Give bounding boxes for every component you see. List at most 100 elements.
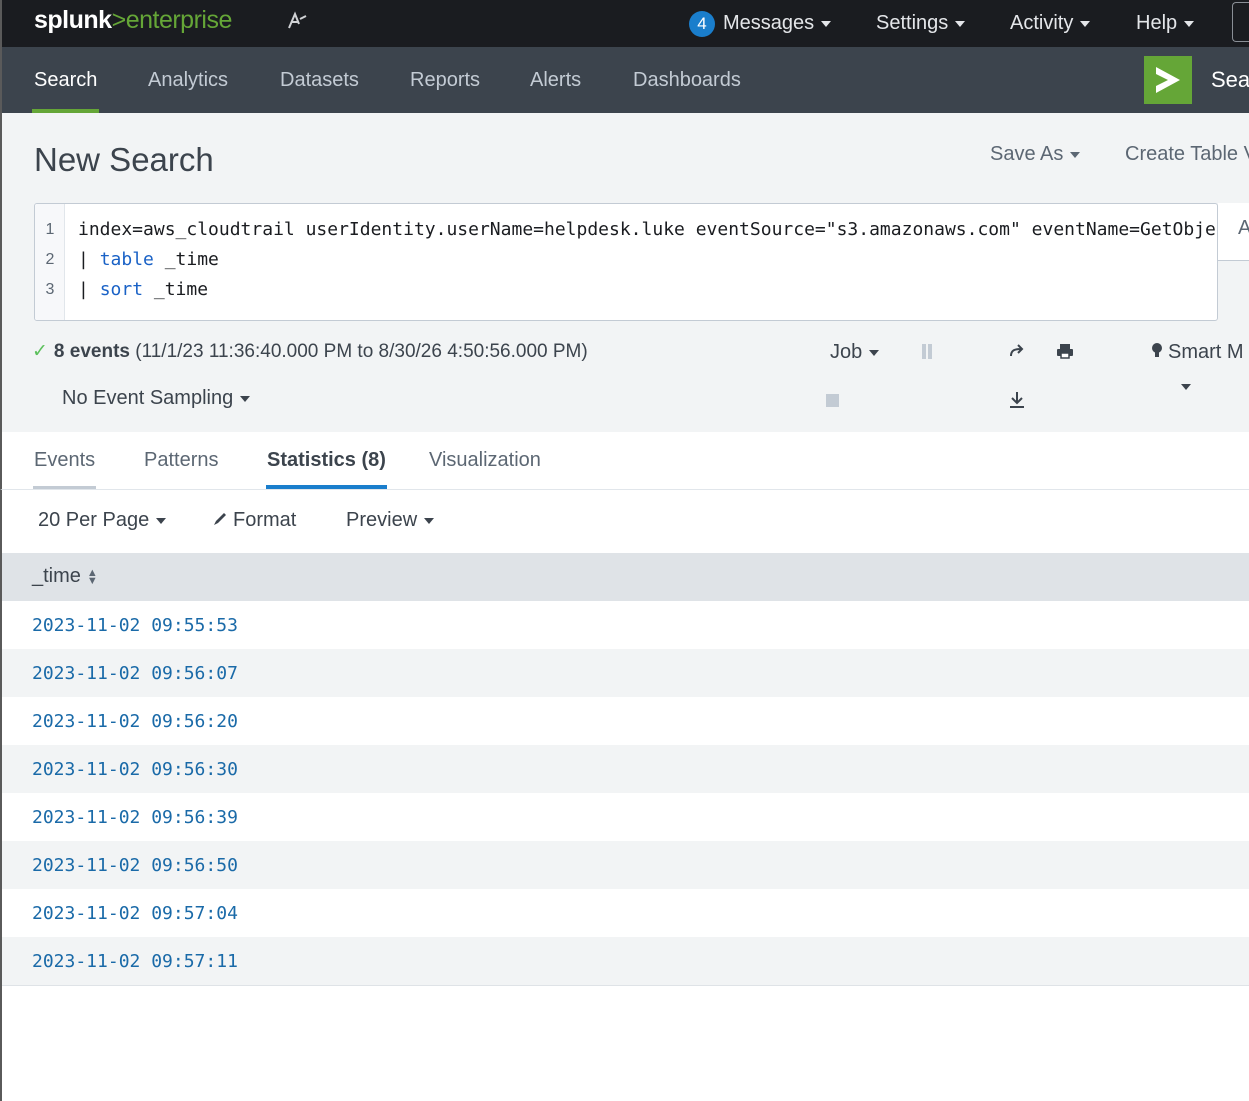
mode-label: Smart M: [1168, 341, 1244, 363]
column-header-time[interactable]: _time ▲ ▼: [32, 565, 98, 588]
help-label: Help: [1136, 12, 1178, 34]
search-mode-menu[interactable]: Smart M: [1150, 341, 1244, 364]
assistant-icon[interactable]: [286, 10, 310, 34]
app-nav-bar: Search Analytics Datasets Reports Alerts…: [0, 47, 1249, 113]
command-keyword: sort: [99, 279, 144, 300]
messages-menu[interactable]: 4 Messages: [689, 0, 832, 47]
table-row: 2023-11-02 09:56:50: [2, 841, 1249, 889]
table-row: 2023-11-02 09:56:30: [2, 745, 1249, 793]
preview-menu[interactable]: Preview: [346, 509, 435, 532]
per-page-label: 20 Per Page: [38, 509, 150, 531]
global-header: splunk>enterprise 4 Messages Settings Ac…: [0, 0, 1249, 47]
search-app-logo-icon: [1144, 56, 1192, 104]
time-cell[interactable]: 2023-11-02 09:56:50: [32, 855, 238, 876]
tab-events[interactable]: Events: [32, 432, 97, 490]
tab-visualization[interactable]: Visualization: [429, 432, 541, 490]
search-panel: New Search Save As Create Table V 1 2 3 …: [0, 113, 1249, 432]
time-cell[interactable]: 2023-11-02 09:56:30: [32, 759, 238, 780]
chevron-down-icon: [821, 20, 832, 27]
tab-patterns[interactable]: Patterns: [144, 432, 218, 490]
table-row: 2023-11-02 09:56:20: [2, 697, 1249, 745]
command-arg: _time: [143, 279, 209, 300]
time-cell[interactable]: 2023-11-02 09:57:11: [32, 951, 238, 972]
stop-icon[interactable]: [826, 394, 839, 407]
create-table-button[interactable]: Create Table V: [1125, 143, 1249, 166]
line-number: 2: [45, 251, 55, 268]
event-sampling-menu[interactable]: No Event Sampling: [62, 387, 251, 410]
line-number: 3: [45, 281, 55, 298]
job-menu[interactable]: Job: [830, 341, 880, 364]
nav-search[interactable]: Search: [31, 47, 100, 113]
messages-label: Messages: [723, 12, 815, 34]
query-line-2: | table _time: [78, 249, 219, 270]
time-range-picker[interactable]: A: [1218, 203, 1249, 261]
time-cell[interactable]: 2023-11-02 09:56:39: [32, 807, 238, 828]
save-as-label: Save As: [990, 143, 1064, 165]
table-row: 2023-11-02 09:56:07: [2, 649, 1249, 697]
app-title: Sea: [1211, 67, 1249, 92]
command-keyword: table: [99, 249, 154, 270]
chevron-down-icon: [240, 395, 251, 402]
empty-area: [0, 986, 1249, 1101]
table-row: 2023-11-02 09:57:04: [2, 889, 1249, 937]
save-as-button[interactable]: Save As: [990, 143, 1081, 166]
global-search-box[interactable]: [1232, 2, 1249, 42]
search-query-editor[interactable]: 1 2 3 index=aws_cloudtrail userIdentity.…: [34, 203, 1218, 321]
job-status: ✓ 8 events (11/1/23 11:36:40.000 PM to 8/…: [32, 340, 588, 363]
line-gutter: 1 2 3: [35, 204, 65, 320]
column-label: _time: [32, 565, 81, 587]
time-cell[interactable]: 2023-11-02 09:56:07: [32, 663, 238, 684]
pipe: |: [78, 249, 100, 270]
query-line-3: | sort _time: [78, 279, 208, 300]
nav-reports[interactable]: Reports: [410, 47, 480, 113]
chevron-down-icon: [955, 20, 966, 27]
time-cell[interactable]: 2023-11-02 09:57:04: [32, 903, 238, 924]
per-page-menu[interactable]: 20 Per Page: [38, 509, 167, 532]
table-row: 2023-11-02 09:57:11: [2, 937, 1249, 985]
check-icon: ✓: [32, 341, 48, 362]
sampling-label: No Event Sampling: [62, 387, 234, 409]
time-cell[interactable]: 2023-11-02 09:56:20: [32, 711, 238, 732]
nav-analytics[interactable]: Analytics: [148, 47, 228, 113]
command-arg: _time: [153, 249, 219, 270]
chevron-down-icon: [1184, 20, 1195, 27]
help-menu[interactable]: Help: [1136, 0, 1195, 47]
table-header: _time ▲ ▼: [2, 553, 1249, 601]
tab-statistics[interactable]: Statistics (8): [266, 432, 387, 490]
results-toolbar: 20 Per Page Format Preview: [0, 490, 1249, 553]
preview-label: Preview: [346, 509, 418, 531]
sort-icon[interactable]: ▲ ▼: [87, 567, 98, 586]
format-button[interactable]: Format: [212, 509, 296, 532]
download-icon[interactable]: [1008, 390, 1026, 415]
format-label: Format: [233, 509, 297, 531]
line-number: 1: [45, 221, 55, 238]
page-title: New Search: [34, 141, 214, 178]
time-range-text: (11/1/23 11:36:40.000 PM to 8/30/26 4:50…: [135, 341, 588, 362]
messages-count-badge: 4: [689, 10, 715, 37]
activity-label: Activity: [1010, 12, 1074, 34]
logo-gt: >: [111, 6, 127, 34]
chevron-down-icon: [156, 517, 167, 524]
chevron-down-icon: [1080, 20, 1091, 27]
logo-product: enterprise: [125, 6, 233, 34]
print-icon[interactable]: [1056, 342, 1074, 365]
chevron-down-icon: [1070, 151, 1081, 158]
share-icon[interactable]: [1008, 342, 1026, 365]
nav-alerts[interactable]: Alerts: [530, 47, 581, 113]
nav-datasets[interactable]: Datasets: [280, 47, 359, 113]
lightbulb-icon: [1152, 343, 1162, 357]
pause-icon[interactable]: [920, 344, 934, 360]
nav-dashboards[interactable]: Dashboards: [633, 47, 741, 113]
settings-label: Settings: [876, 12, 949, 34]
table-row: 2023-11-02 09:56:39: [2, 793, 1249, 841]
chevron-down-icon[interactable]: [1181, 378, 1191, 396]
chevron-down-icon: [424, 517, 435, 524]
brush-icon: [214, 513, 226, 525]
results-tabs: Events Patterns Statistics (8) Visualiza…: [0, 432, 1249, 490]
splunk-logo[interactable]: splunk>enterprise: [34, 6, 232, 35]
chevron-down-icon: [869, 349, 880, 356]
settings-menu[interactable]: Settings: [876, 0, 966, 47]
time-cell[interactable]: 2023-11-02 09:55:53: [32, 615, 238, 636]
pipe: |: [78, 279, 100, 300]
activity-menu[interactable]: Activity: [1010, 0, 1091, 47]
